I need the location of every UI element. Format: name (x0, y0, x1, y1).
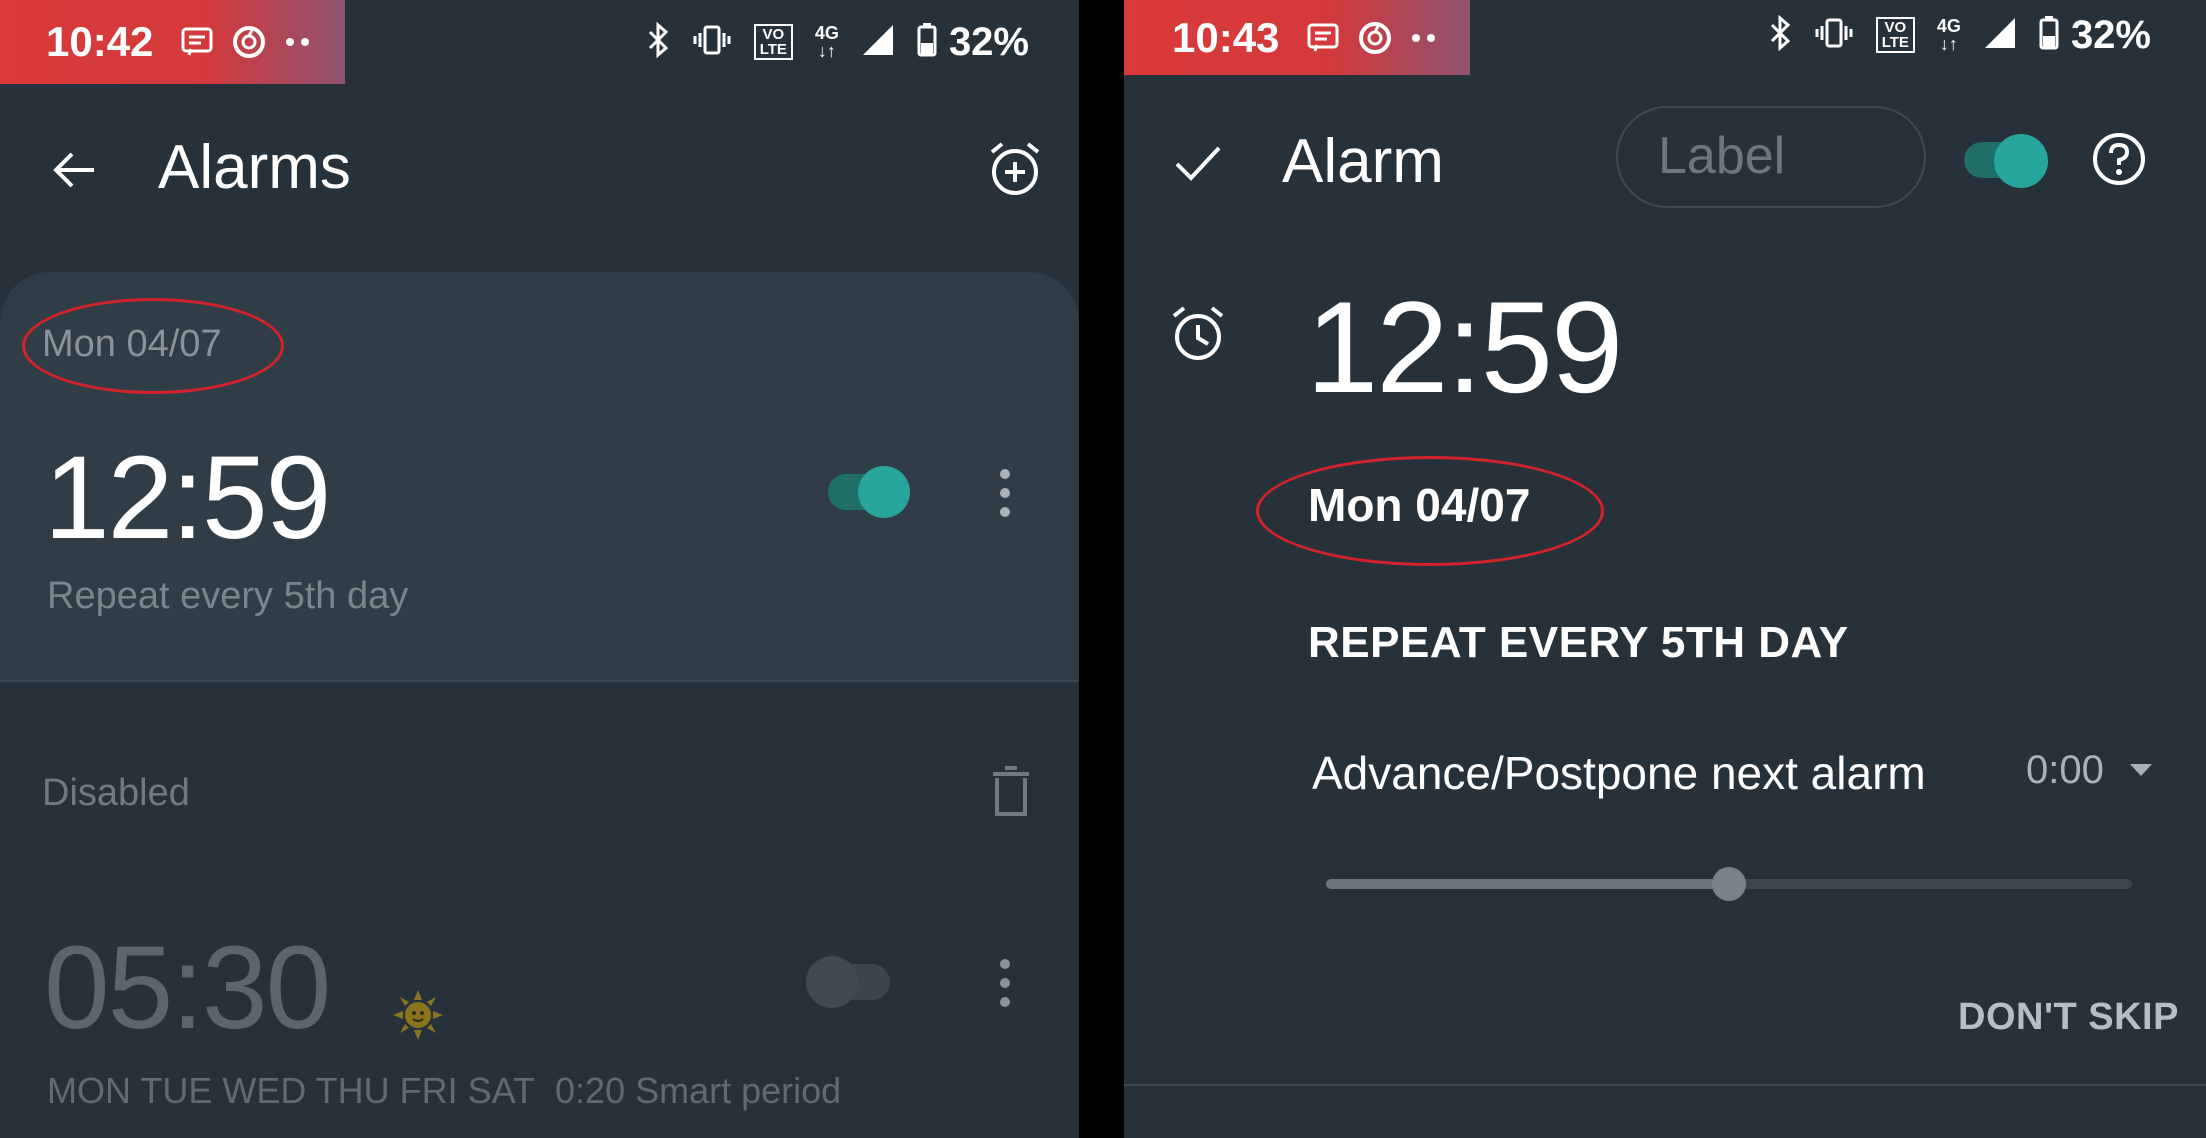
battery-percentage: 32% (2070, 12, 2151, 57)
more-vert-icon (1000, 959, 1010, 1007)
message-icon (181, 27, 213, 57)
advance-postpone-label: Advance/Postpone next alarm (1312, 747, 1926, 799)
status-time: 10:43 (1172, 13, 1280, 61)
save-button[interactable] (1168, 134, 1228, 190)
advance-postpone-value: 0:00 (2026, 748, 2104, 792)
advance-postpone-dropdown[interactable]: 0:00 (2026, 748, 2186, 804)
arrow-left-icon (53, 152, 94, 188)
disabled-alarm-more-button[interactable] (990, 952, 1020, 1014)
network-4g-icon: 4G ↓↑ (1936, 16, 1961, 54)
battery-icon (2039, 15, 2059, 55)
divider (1124, 1084, 2206, 1086)
help-button[interactable] (2090, 130, 2148, 188)
help-icon (2093, 133, 2145, 185)
network-type: 4G (814, 23, 839, 43)
status-notification-area: 10:42 (0, 0, 345, 84)
alarms-screen: 10:42 VO LTE 4G ↓↑ 32% Alarms Mon 04/07 … (0, 0, 1079, 1138)
disabled-alarm-toggle[interactable] (806, 956, 890, 1008)
volte-icon: VO LTE (1875, 17, 1915, 53)
label-input[interactable]: Label (1616, 106, 1926, 208)
add-alarm-icon (990, 142, 1040, 195)
status-system-icons: VO LTE 4G ↓↑ 32% (1768, 0, 2151, 70)
bluetooth-icon (646, 21, 670, 63)
disabled-alarm-time[interactable]: 05:30 (44, 920, 331, 1056)
dropdown-arrow-icon (2130, 764, 2152, 776)
status-system-icons: VO LTE 4G ↓↑ 32% (646, 0, 1029, 84)
more-vert-icon (1000, 469, 1010, 517)
check-icon (1175, 146, 1221, 181)
delete-disabled-button[interactable] (988, 764, 1034, 820)
status-bar: 10:42 VO LTE 4G ↓↑ 32% (0, 0, 1079, 84)
network-type: 4G (1936, 16, 1961, 36)
switch-thumb (806, 956, 858, 1008)
alarm-toggle-on[interactable] (828, 466, 912, 518)
status-bar: 10:43 VO LTE 4G ↓↑ 32% (1124, 0, 2206, 84)
vibrate-icon (1814, 17, 1854, 54)
alarm-date: Mon 04/07 (42, 323, 222, 365)
back-button[interactable] (44, 142, 104, 198)
repeat-days: MON TUE WED THU FRI SAT (47, 1070, 536, 1111)
alarm-time[interactable]: 12:59 (1306, 272, 1623, 422)
app-notification-icon (231, 24, 267, 60)
add-alarm-button[interactable] (984, 138, 1046, 200)
alarm-repeat-text: Repeat every 5th day (47, 575, 409, 617)
repeat-setting[interactable]: REPEAT EVERY 5TH DAY (1308, 618, 1849, 668)
disabled-alarm-days: MON TUE WED THU FRI SAT 0:20 Smart perio… (47, 1070, 841, 1112)
page-title: Alarm (1282, 127, 1444, 196)
network-4g-icon: 4G ↓↑ (814, 23, 839, 61)
bluetooth-icon (1768, 14, 1792, 56)
advance-postpone-slider[interactable] (1326, 864, 2132, 904)
signal-icon (1983, 16, 2017, 55)
app-notification-icon (1357, 20, 1393, 56)
battery-percentage: 32% (948, 19, 1029, 64)
volte-icon: VO LTE (753, 24, 793, 60)
message-icon (1307, 23, 1339, 53)
trash-icon (993, 766, 1029, 816)
sun-icon (393, 990, 443, 1045)
status-notification-area: 10:43 (1124, 0, 1470, 75)
alarm-time[interactable]: 12:59 (44, 430, 331, 566)
more-notifications-icon (1411, 33, 1437, 43)
alarm-date[interactable]: Mon 04/07 (1308, 478, 1530, 532)
signal-icon (861, 23, 895, 62)
slider-thumb[interactable] (1712, 867, 1746, 901)
switch-thumb (1994, 134, 2048, 188)
smart-period: 0:20 Smart period (555, 1070, 842, 1111)
alarm-clock-icon (1168, 304, 1228, 369)
battery-icon (917, 22, 937, 62)
dont-skip-button[interactable]: DON'T SKIP (1958, 996, 2179, 1039)
page-title: Alarms (158, 133, 351, 202)
alarm-edit-screen: 10:43 VO LTE 4G ↓↑ 32% Alarm Label 12:59… (1124, 0, 2206, 1138)
switch-thumb (858, 466, 910, 518)
vibrate-icon (692, 24, 732, 61)
more-notifications-icon (285, 37, 311, 47)
alarm-enabled-toggle[interactable] (1964, 134, 2056, 188)
disabled-section-label: Disabled (42, 772, 190, 814)
status-time: 10:42 (46, 18, 154, 65)
slider-fill (1326, 879, 1729, 889)
alarm-more-button[interactable] (990, 462, 1020, 524)
